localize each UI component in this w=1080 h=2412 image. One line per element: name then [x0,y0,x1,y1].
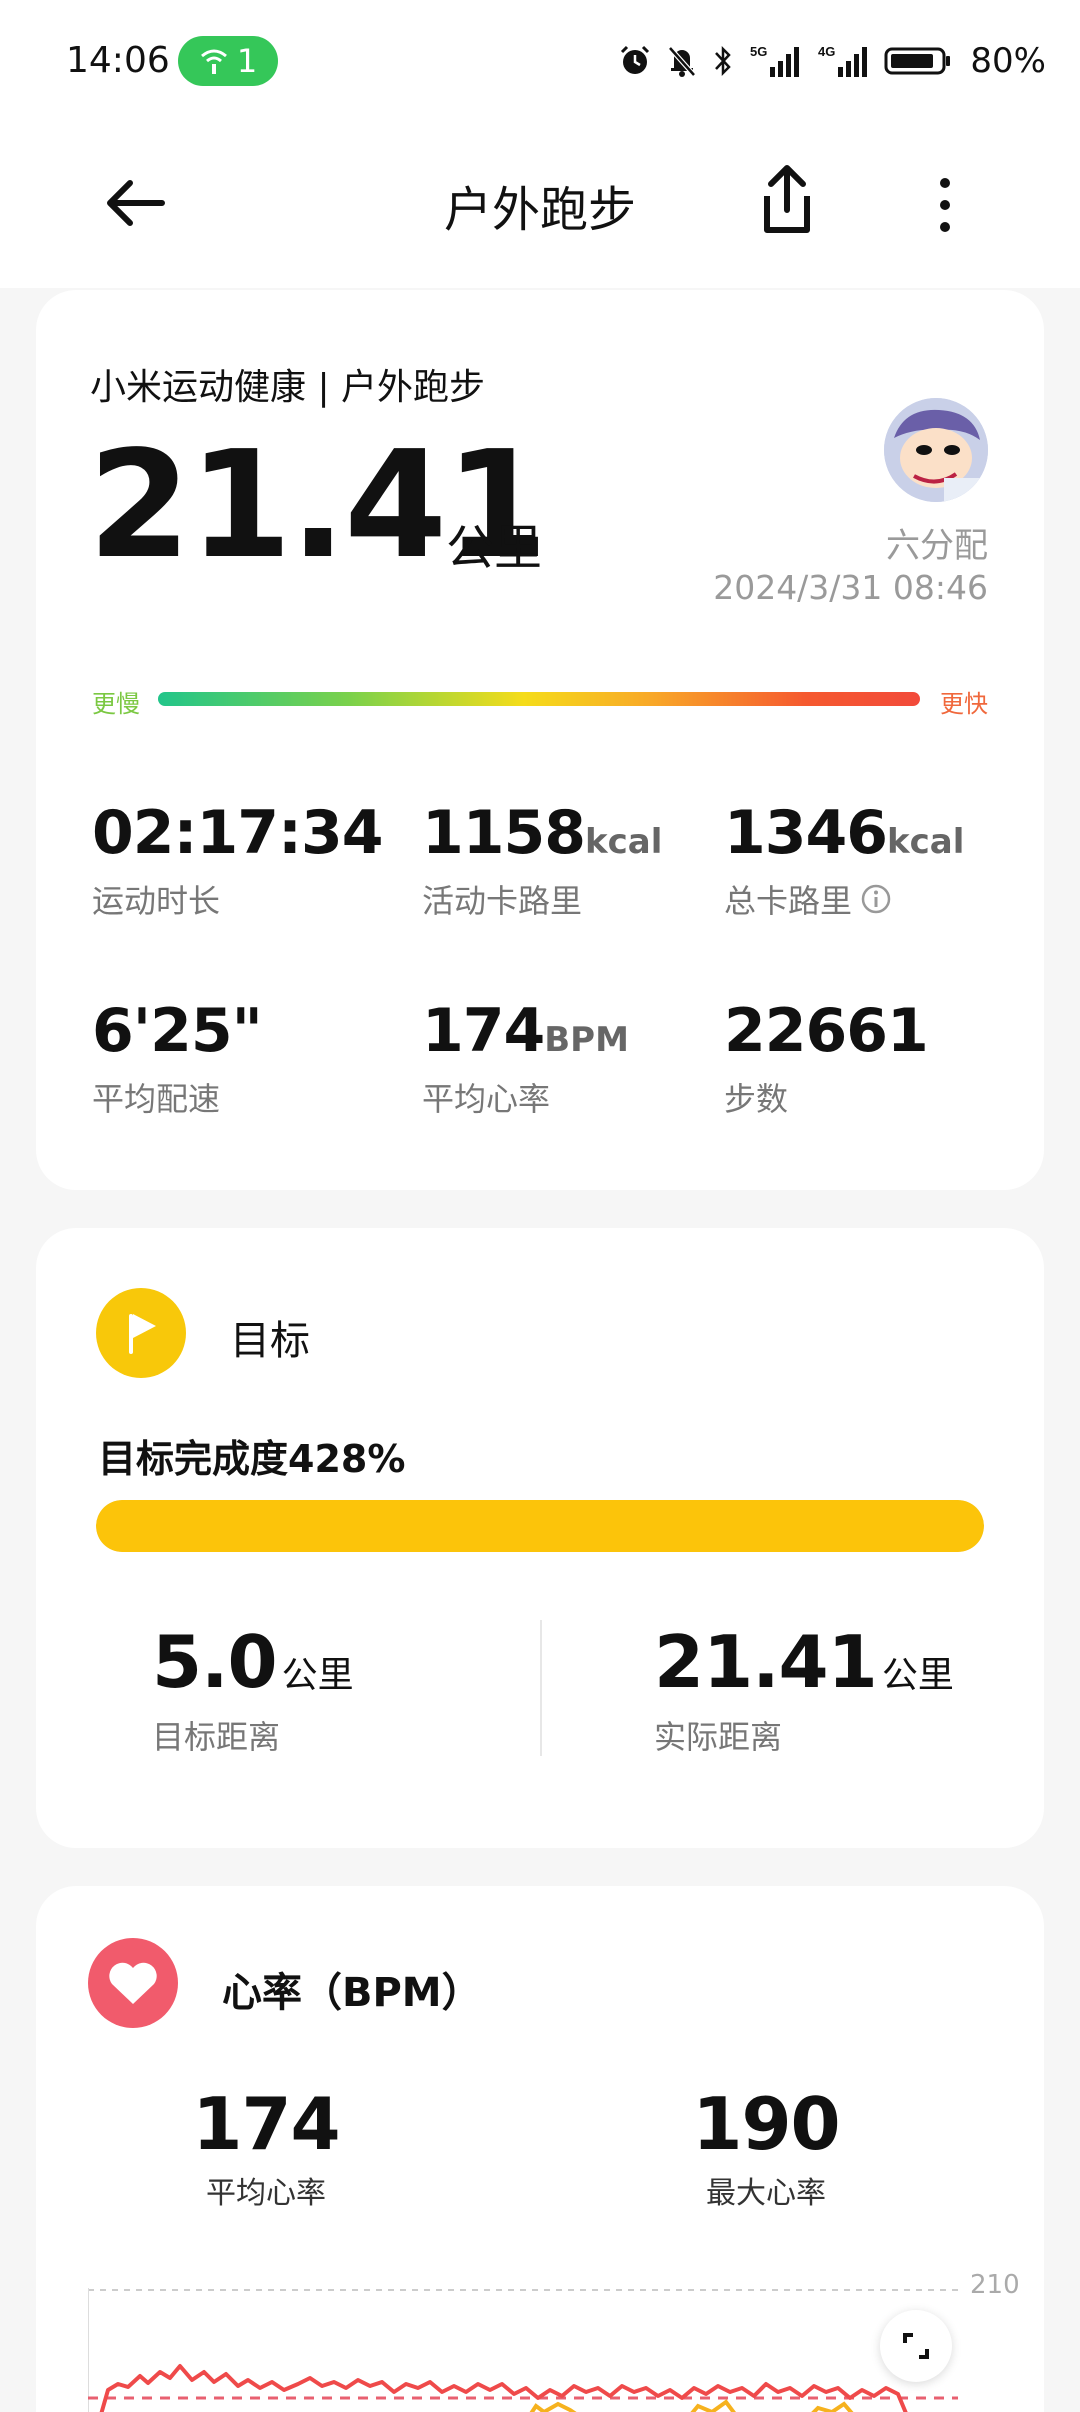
stat-avg-heart-rate-unit: BPM [544,1020,629,1060]
goal-completion-text: 目标完成度428% [98,1437,406,1481]
stat-active-calories: 1158kcal 活动卡路里 [422,798,662,922]
share-icon [764,165,810,233]
goal-actual-value: 21.41 [654,1620,878,1704]
stat-steps: 22661 步数 [724,996,929,1120]
stat-duration-label: 运动时长 [92,882,221,920]
stat-total-calories-value: 1346 [724,798,888,868]
distance-unit: 公里 [446,520,543,576]
goal-target-stat: 5.0 公里 目标距离 [152,1620,354,1758]
goal-actual-unit: 公里 [881,1655,954,1696]
username: 六分配 [886,526,988,566]
heart-rate-card[interactable]: 心率（BPM） 174 平均心率 190 最大心率 210 [36,1886,1044,2412]
svg-text:4G: 4G [818,44,835,59]
goal-progress-bar [96,1500,984,1552]
workout-datetime: 2024/3/31 08:46 [713,568,988,607]
hotspot-icon [200,49,227,74]
status-icons: 5G 4G 80% [618,36,1046,86]
mute-icon [668,46,697,77]
more-vertical-icon [940,178,950,232]
stat-steps-value: 22661 [724,996,929,1066]
signal-5g-icon: 5G [750,44,800,77]
stat-avg-pace: 6'25" 平均配速 [92,996,263,1120]
heart-icon [88,1938,178,2028]
top-app-bar: 户外跑步 [0,120,1080,288]
pace-fast-label: 更快 [940,690,988,718]
goal-title: 目标 [230,1318,310,1364]
hotspot-badge[interactable]: 1 [178,36,278,86]
stat-active-calories-unit: kcal [585,822,663,862]
goal-target-label: 目标距离 [152,1718,281,1756]
pace-slow-label: 更慢 [92,690,140,718]
goal-actual-stat: 21.41 公里 实际距离 [654,1620,954,1758]
status-time: 14:06 [66,40,170,81]
heart-rate-title: 心率（BPM） [222,1970,482,2016]
stat-avg-heart-rate: 174BPM 平均心率 [422,996,629,1120]
goal-actual-label: 实际距离 [654,1718,783,1756]
stat-avg-heart-rate-label: 平均心率 [422,1080,551,1118]
pace-gradient-bar [158,692,920,706]
hotspot-count: 1 [236,42,258,80]
status-bar: 14:06 1 5G 4G 80% [0,0,1080,120]
hr-axis-max-label: 210 [970,2270,1020,2300]
bluetooth-icon [715,45,732,77]
stat-active-calories-label: 活动卡路里 [422,882,583,920]
hr-max-stat: 190 最大心率 [686,2082,846,2212]
workout-summary-card: 小米运动健康 | 户外跑步 21.41 公里 六分配 2024/3/31 08:… [36,290,1044,1190]
stat-total-calories-unit: kcal [887,822,965,862]
heart-rate-chart [88,2288,958,2412]
svg-text:5G: 5G [750,44,767,59]
stat-duration-value: 02:17:34 [92,798,383,868]
hr-avg-value: 174 [192,2082,340,2166]
battery-percent: 80% [970,41,1046,81]
goal-target-value: 5.0 [152,1620,278,1704]
goal-card: 目标 目标完成度428% 5.0 公里 目标距离 21.41 公里 实际距离 [36,1228,1044,1848]
expand-icon [903,2333,929,2359]
goal-target-unit: 公里 [281,1655,354,1696]
battery-icon [884,47,951,75]
stat-duration: 02:17:34 运动时长 [92,798,383,922]
stat-avg-heart-rate-value: 174 [422,996,545,1066]
goal-divider [540,1620,542,1756]
stat-steps-label: 步数 [724,1080,789,1118]
hr-max-value: 190 [692,2082,840,2166]
signal-4g-icon: 4G [818,44,868,77]
alarm-icon [621,45,650,74]
stat-avg-pace-label: 平均配速 [92,1080,221,1118]
more-options-button[interactable] [925,165,965,245]
app-source-label: 小米运动健康 | 户外跑步 [90,367,486,408]
avatar[interactable] [884,398,988,502]
info-icon[interactable] [860,883,892,915]
stat-total-calories: 1346kcal 总卡路里 [724,798,964,922]
hr-avg-label: 平均心率 [206,2176,326,2211]
page-title: 户外跑步 [443,182,636,238]
share-button[interactable] [755,160,819,240]
goal-progress-fill [96,1500,984,1552]
stat-total-calories-label-row: 总卡路里 [724,876,964,922]
stat-avg-pace-value: 6'25" [92,996,263,1066]
hr-max-label: 最大心率 [706,2176,826,2211]
stat-active-calories-value: 1158 [422,798,586,868]
stat-total-calories-label: 总卡路里 [724,882,853,920]
chart-expand-button[interactable] [880,2310,952,2382]
hr-avg-stat: 174 平均心率 [186,2082,346,2212]
flag-icon [96,1288,186,1378]
